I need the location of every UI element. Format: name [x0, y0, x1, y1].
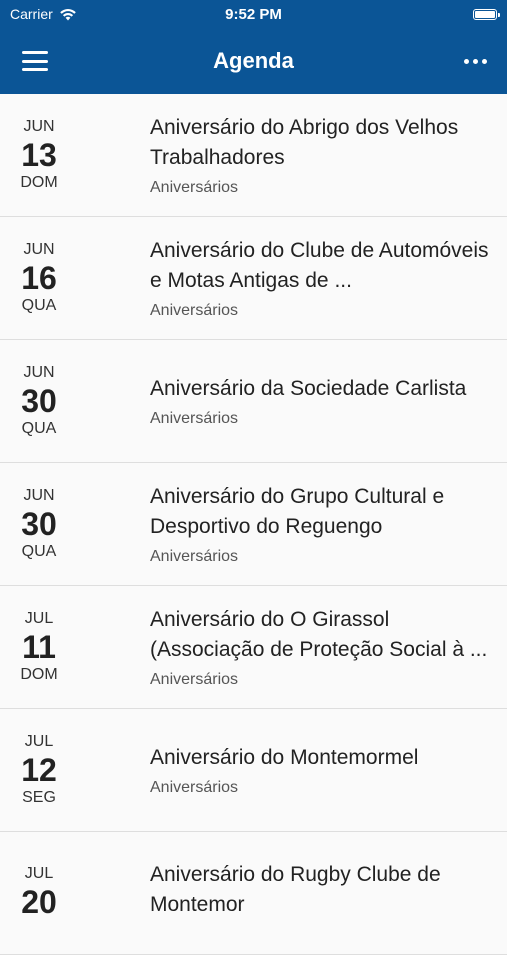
- event-weekday: QUA: [21, 543, 57, 560]
- battery-icon: [473, 8, 500, 20]
- event-date: JUL 12 SEG: [0, 709, 78, 831]
- event-weekday: DOM: [20, 666, 58, 683]
- event-info: Aniversário do Abrigo dos Velhos Trabalh…: [78, 94, 507, 216]
- event-weekday: QUA: [21, 297, 57, 314]
- event-day: 20: [21, 884, 57, 920]
- event-info: Aniversário do Montemormel Aniversários: [78, 709, 507, 831]
- event-day: 12: [21, 752, 57, 788]
- event-list: JUN 13 DOM Aniversário do Abrigo dos Velhos…: [0, 94, 507, 955]
- event-category: Aniversários: [150, 779, 239, 796]
- event-list-item[interactable]: JUN 13 DOM Aniversário do Abrigo dos Velhos…: [0, 94, 507, 217]
- event-day: 30: [21, 506, 57, 542]
- event-date: JUL 11 DOM: [0, 586, 78, 708]
- event-date: JUL 20: [0, 832, 78, 954]
- event-month: JUN: [23, 241, 55, 258]
- event-list-item[interactable]: JUL 11 DOM Aniversário do O Girassol (Assoc…: [0, 586, 507, 709]
- event-category: Aniversários: [150, 410, 239, 427]
- wifi-icon: [59, 8, 76, 20]
- event-day: 11: [22, 629, 56, 665]
- event-info: Aniversário do Grupo Cultural e Desporti…: [78, 463, 507, 585]
- event-month: JUN: [23, 364, 55, 381]
- event-title: Aniversário do Grupo Cultural e Desporti…: [150, 485, 445, 538]
- event-list-item[interactable]: JUN 30 QUA Aniversário da Sociedade Carlist…: [0, 340, 507, 463]
- event-month: JUL: [24, 733, 54, 750]
- event-day: 13: [21, 137, 57, 173]
- event-title: Aniversário da Sociedade Carlista: [150, 377, 467, 400]
- more-options-icon[interactable]: [464, 58, 487, 64]
- nav-bar: Agenda: [0, 28, 507, 94]
- event-day: 30: [21, 383, 57, 419]
- event-title: Aniversário do O Girassol (Associação de…: [150, 608, 488, 661]
- event-month: JUN: [23, 487, 55, 504]
- status-bar: Carrier 9:52 PM: [0, 0, 507, 28]
- menu-icon[interactable]: [22, 51, 48, 71]
- event-category: Aniversários: [150, 548, 239, 565]
- event-weekday: QUA: [21, 420, 57, 437]
- event-list-item[interactable]: JUN 30 QUA Aniversário do Grupo Cultural e …: [0, 463, 507, 586]
- page-title: Agenda: [213, 48, 294, 73]
- event-info: Aniversário da Sociedade Carlista Anivers…: [78, 340, 507, 462]
- event-date: JUN 30 QUA: [0, 340, 78, 462]
- event-date: JUN 13 DOM: [0, 94, 78, 216]
- event-month: JUN: [23, 118, 55, 135]
- status-left: Carrier: [10, 6, 77, 22]
- event-category: Aniversários: [150, 671, 239, 688]
- event-list-item[interactable]: JUL 20 Aniversário do Rugby Clube de Monte…: [0, 832, 507, 955]
- event-info: Aniversário do Clube de Automóveis e Mot…: [78, 217, 507, 339]
- event-list-item[interactable]: JUN 16 QUA Aniversário do Clube de Automóve…: [0, 217, 507, 340]
- event-month: JUL: [24, 610, 54, 627]
- battery-fill: [475, 10, 495, 18]
- carrier-label: Carrier: [10, 6, 53, 22]
- event-title: Aniversário do Clube de Automóveis e Mot…: [150, 239, 489, 292]
- event-date: JUN 16 QUA: [0, 217, 78, 339]
- event-info: Aniversário do O Girassol (Associação de…: [78, 586, 507, 708]
- event-day: 16: [21, 260, 57, 296]
- event-month: JUL: [24, 865, 54, 882]
- event-date: JUN 30 QUA: [0, 463, 78, 585]
- event-title: Aniversário do Abrigo dos Velhos Trabalh…: [150, 116, 459, 169]
- event-weekday: DOM: [20, 174, 58, 191]
- event-list-item[interactable]: JUL 12 SEG Aniversário do Montemormel Aniver…: [0, 709, 507, 832]
- event-info: Aniversário do Rugby Clube de Montemor: [78, 832, 507, 954]
- event-title: Aniversário do Rugby Clube de Montemor: [150, 863, 441, 916]
- event-title: Aniversário do Montemormel: [150, 746, 419, 769]
- event-weekday: SEG: [22, 789, 56, 806]
- event-category: Aniversários: [150, 302, 239, 319]
- event-category: Aniversários: [150, 179, 239, 196]
